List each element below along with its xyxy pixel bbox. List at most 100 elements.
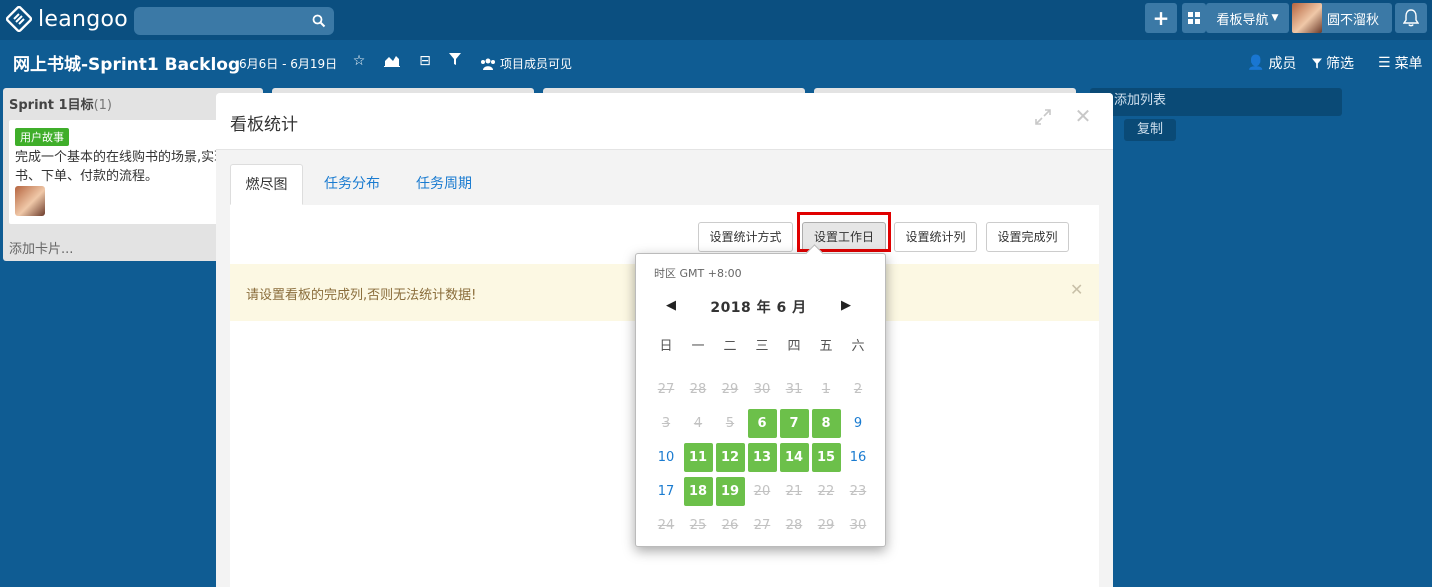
calendar-day-selected[interactable]: 19 <box>714 474 746 508</box>
caret-down-icon: ▼ <box>1271 13 1279 23</box>
calendar-day[interactable]: 10 <box>650 440 682 474</box>
calendar-day-number: 28 <box>689 381 707 397</box>
set-stat-column-button[interactable]: 设置统计列 <box>894 222 977 252</box>
calendar-day-disabled: 3 <box>650 406 682 440</box>
collapse-icon[interactable]: ⊟ <box>417 53 433 69</box>
hamburger-icon: ☰ <box>1378 55 1391 71</box>
calendar-day-number: 1 <box>821 381 831 397</box>
board-title[interactable]: 网上书城-Sprint1 Backlog <box>13 50 240 75</box>
search-icon[interactable] <box>312 14 326 28</box>
visibility-button[interactable]: 项目成员可见 <box>480 55 572 72</box>
calendar-day-number: 20 <box>753 483 771 499</box>
timezone-label: 时区 GMT +8:00 <box>654 267 742 280</box>
calendar-day-selected[interactable]: 15 <box>810 440 842 474</box>
calendar-day-disabled: 30 <box>842 508 874 542</box>
set-done-column-button[interactable]: 设置完成列 <box>986 222 1069 252</box>
tab-task-cycle[interactable]: 任务周期 <box>404 164 484 205</box>
set-stat-method-button[interactable]: 设置统计方式 <box>698 222 793 252</box>
calendar-day-number: 9 <box>853 415 863 431</box>
filter-button[interactable]: 筛选 <box>1312 53 1354 73</box>
calendar-day-selected[interactable]: 7 <box>778 406 810 440</box>
next-month-icon[interactable]: ▶ <box>841 298 851 313</box>
calendar-day-number: 25 <box>689 517 707 533</box>
board-grid-icon[interactable] <box>1182 3 1206 33</box>
board-nav-button[interactable]: 看板导航 ▼ <box>1206 3 1289 33</box>
weekday-label: 五 <box>819 338 833 354</box>
prev-month-icon[interactable]: ◀ <box>666 298 676 313</box>
calendar-day-number: 28 <box>785 517 803 533</box>
calendar-grid: 日一二三四五六 27 28 29 30 31 1 2 3 4 5 6 7 8 9 10 11 12 13 14 15 1… <box>650 330 874 542</box>
menu-button[interactable]: ☰ 菜单 <box>1378 53 1423 73</box>
close-icon[interactable]: ✕ <box>1074 105 1092 127</box>
filter-icon[interactable] <box>447 53 463 69</box>
user-icon: 👤 <box>1247 55 1265 71</box>
calendar-day-disabled: 31 <box>778 372 810 406</box>
calendar-day-number: 31 <box>785 381 803 397</box>
search-box[interactable] <box>134 7 334 35</box>
calendar-day[interactable]: 17 <box>650 474 682 508</box>
funnel-icon <box>1312 58 1322 68</box>
filter-label: 筛选 <box>1326 56 1354 72</box>
calendar-day-disabled: 25 <box>682 508 714 542</box>
calendar-day-number: 11 <box>683 442 713 472</box>
calendar-day[interactable]: 16 <box>842 440 874 474</box>
funnel-icon <box>449 53 461 65</box>
copy-button[interactable]: 复制 <box>1124 119 1176 141</box>
members-button[interactable]: 👤 成员 <box>1247 53 1296 73</box>
calendar-day-disabled: 21 <box>778 474 810 508</box>
calendar-day-number: 15 <box>811 442 841 472</box>
calendar-day-number: 29 <box>721 381 739 397</box>
calendar-day-selected[interactable]: 18 <box>682 474 714 508</box>
list-title-text: Sprint 1目标 <box>9 98 94 113</box>
calendar-day-disabled: 5 <box>714 406 746 440</box>
leangoo-logo-icon <box>6 6 32 32</box>
calendar-day-disabled: 29 <box>810 508 842 542</box>
calendar-day-selected[interactable]: 13 <box>746 440 778 474</box>
calendar-day-number: 30 <box>753 381 771 397</box>
workday-datepicker: 时区 GMT +8:00 ◀ 2018 年 6 月 ▶ 日一二三四五六 27 28… <box>635 244 886 547</box>
calendar-day-number: 24 <box>657 517 675 533</box>
add-button[interactable]: + <box>1145 3 1177 33</box>
search-input[interactable] <box>134 7 320 35</box>
chart-icon[interactable] <box>384 53 400 69</box>
expand-icon[interactable] <box>1034 108 1052 126</box>
user-menu-button[interactable]: 圆不溜秋 <box>1292 3 1392 33</box>
calendar-day-selected[interactable]: 14 <box>778 440 810 474</box>
logo[interactable]: leangoo <box>6 6 128 32</box>
weekday-label: 日 <box>659 338 673 354</box>
calendar-day-number: 4 <box>693 415 703 431</box>
calendar-day-number: 26 <box>721 517 739 533</box>
calendar-day-selected[interactable]: 6 <box>746 406 778 440</box>
close-icon[interactable]: ✕ <box>1070 280 1083 299</box>
calendar-week-row: 3 4 56789 <box>650 406 874 440</box>
add-card-link[interactable]: 添加卡片... <box>9 238 73 257</box>
menu-label: 菜单 <box>1394 56 1423 72</box>
calendar-day[interactable]: 9 <box>842 406 874 440</box>
tab-task-distribution[interactable]: 任务分布 <box>314 164 390 205</box>
calendar-day-disabled: 20 <box>746 474 778 508</box>
calendar-day-number: 27 <box>753 517 771 533</box>
calendar-day-disabled: 26 <box>714 508 746 542</box>
calendar-week-row: 24 25 26 27 28 29 30 <box>650 508 874 542</box>
calendar-week-row: 27 28 29 30 31 1 2 <box>650 372 874 406</box>
calendar-day-disabled: 27 <box>650 372 682 406</box>
tab-burndown[interactable]: 燃尽图 <box>230 164 303 205</box>
calendar-day-number: 14 <box>779 442 809 472</box>
calendar-day-selected[interactable]: 12 <box>714 440 746 474</box>
users-icon <box>481 58 495 70</box>
calendar-week-row: 17 18 19 20 21 22 23 <box>650 474 874 508</box>
calendar-day-selected[interactable]: 8 <box>810 406 842 440</box>
modal-header: 看板统计 ✕ <box>216 93 1113 150</box>
board-dates: 6月6日 - 6月19日 <box>239 57 338 71</box>
star-icon[interactable]: ☆ <box>351 53 367 69</box>
notification-button[interactable] <box>1395 3 1427 33</box>
calendar-day-number: 27 <box>657 381 675 397</box>
board-nav-label: 看板导航 <box>1216 12 1269 28</box>
list-title[interactable]: Sprint 1目标(1) <box>9 94 112 113</box>
calendar-day-number: 22 <box>817 483 835 499</box>
weekday-label: 三 <box>755 338 769 354</box>
weekday-label: 六 <box>851 338 865 354</box>
add-list-input[interactable]: 添加列表 <box>1090 88 1342 116</box>
calendar-day-selected[interactable]: 11 <box>682 440 714 474</box>
top-navbar: leangoo + 看板导航 ▼ 圆不溜秋 <box>0 0 1432 40</box>
